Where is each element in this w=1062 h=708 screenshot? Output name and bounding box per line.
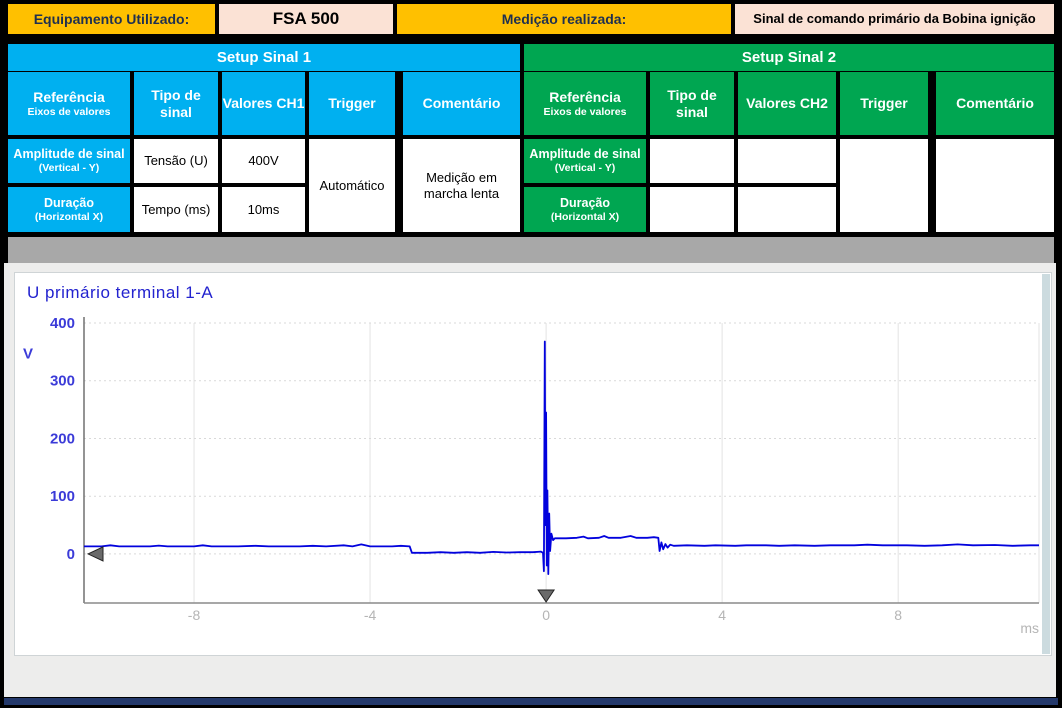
equipment-label-cell: Equipamento Utilizado: bbox=[8, 4, 215, 34]
setup2-amplitude-value-cell bbox=[738, 139, 836, 183]
setup2-header-referencia-main: Referência bbox=[549, 89, 621, 106]
report-window: Equipamento Utilizado: FSA 500 Medição r… bbox=[0, 0, 1062, 708]
setup1-duration-label-main: Duração bbox=[44, 196, 94, 211]
setup2-amplitude-type-cell bbox=[650, 139, 734, 183]
setup2-comment-value-cell bbox=[936, 139, 1054, 232]
x-tick-label: 8 bbox=[894, 607, 902, 623]
setup1-row-amplitude-label: Amplitude de sinal (Vertical - Y) bbox=[8, 139, 130, 183]
x-tick-label: -4 bbox=[364, 607, 377, 623]
setup1-amplitude-label-sub: (Vertical - Y) bbox=[39, 162, 100, 174]
setup2-duration-type-cell bbox=[650, 187, 734, 232]
x-tick-label: -8 bbox=[188, 607, 201, 623]
setup2-row-amplitude-label: Amplitude de sinal (Vertical - Y) bbox=[524, 139, 646, 183]
setup2-header-valores: Valores CH2 bbox=[738, 72, 836, 135]
y-tick-label: 0 bbox=[67, 546, 75, 563]
setup1-amplitude-type-cell: Tensão (U) bbox=[134, 139, 218, 183]
y-axis-unit-label: V bbox=[23, 346, 33, 363]
setup1-header-referencia: Referência Eixos de valores bbox=[8, 72, 130, 135]
setup1-comment-value-cell: Medição em marcha lenta bbox=[403, 139, 520, 232]
y-tick-label: 100 bbox=[50, 488, 75, 505]
setup2-duration-label-sub: (Horizontal X) bbox=[551, 211, 619, 223]
setup1-header-referencia-sub: Eixos de valores bbox=[28, 106, 111, 118]
equipment-value-cell: FSA 500 bbox=[219, 4, 393, 34]
x-tick-label: 4 bbox=[718, 607, 726, 623]
y-tick-label: 300 bbox=[50, 373, 75, 390]
setup1-header-tipo: Tipo de sinal bbox=[134, 72, 218, 135]
chart-scrollbar[interactable] bbox=[1042, 274, 1050, 654]
footer-bar bbox=[4, 698, 1058, 705]
waveform-trace bbox=[84, 342, 1039, 575]
setup2-header-trigger: Trigger bbox=[840, 72, 928, 135]
setup2-amplitude-label-main: Amplitude de sinal bbox=[529, 147, 640, 162]
setup1-header-referencia-main: Referência bbox=[33, 89, 105, 106]
setup1-duration-label-sub: (Horizontal X) bbox=[35, 211, 103, 223]
setup2-duration-value-cell bbox=[738, 187, 836, 232]
setup2-header-referencia: Referência Eixos de valores bbox=[524, 72, 646, 135]
setup1-header-trigger: Trigger bbox=[309, 72, 395, 135]
setup2-duration-label-main: Duração bbox=[560, 196, 610, 211]
setup2-header-tipo: Tipo de sinal bbox=[650, 72, 734, 135]
setup2-header-comentario: Comentário bbox=[936, 72, 1054, 135]
setup1-amplitude-label-main: Amplitude de sinal bbox=[13, 147, 124, 162]
setup1-duration-type-cell: Tempo (ms) bbox=[134, 187, 218, 232]
oscilloscope-plot: 0 100 200 300 400 -8 -4 0 4 8 ms V bbox=[15, 273, 1049, 653]
trigger-level-marker[interactable] bbox=[88, 547, 103, 561]
setup1-header-comentario: Comentário bbox=[403, 72, 520, 135]
measurement-label-cell: Medição realizada: bbox=[397, 4, 731, 34]
y-tick-label: 200 bbox=[50, 430, 75, 447]
table-bottom-separator bbox=[8, 237, 1054, 263]
setup2-row-duration-label: Duração (Horizontal X) bbox=[524, 187, 646, 232]
oscilloscope-panel: U primário terminal 1-A 0100200300400-8-… bbox=[14, 272, 1052, 656]
trigger-time-marker[interactable] bbox=[538, 590, 554, 602]
setup1-title: Setup Sinal 1 bbox=[8, 44, 520, 71]
setup2-header-referencia-sub: Eixos de valores bbox=[544, 106, 627, 118]
setup1-amplitude-value-cell: 400V bbox=[222, 139, 305, 183]
setup2-trigger-value-cell bbox=[840, 139, 928, 232]
x-tick-label: 0 bbox=[542, 607, 550, 623]
setup1-header-valores: Valores CH1 bbox=[222, 72, 305, 135]
setup1-trigger-value-cell: Automático bbox=[309, 139, 395, 232]
x-axis-unit-label: ms bbox=[1020, 620, 1039, 636]
chart-area: U primário terminal 1-A 0100200300400-8-… bbox=[4, 263, 1056, 697]
setup2-amplitude-label-sub: (Vertical - Y) bbox=[555, 162, 616, 174]
setup2-title: Setup Sinal 2 bbox=[524, 44, 1054, 71]
setup1-duration-value-cell: 10ms bbox=[222, 187, 305, 232]
setup1-row-duration-label: Duração (Horizontal X) bbox=[8, 187, 130, 232]
y-tick-label: 400 bbox=[50, 315, 75, 332]
measurement-value-cell: Sinal de comando primário da Bobina igni… bbox=[735, 4, 1054, 34]
